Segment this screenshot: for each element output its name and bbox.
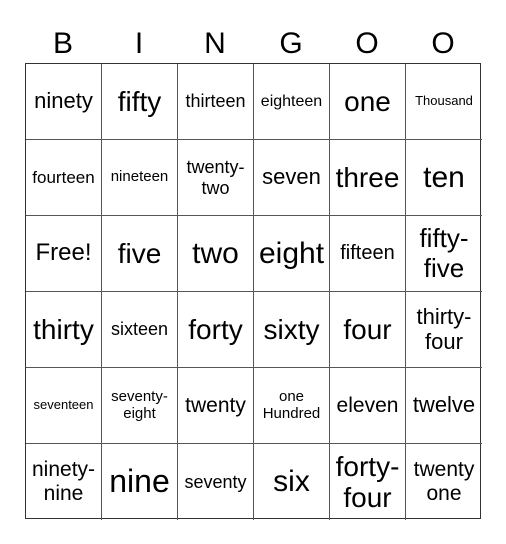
bingo-cell: forty-four [330, 444, 406, 520]
bingo-cell: sixteen [102, 292, 178, 368]
bingo-cell: Free! [26, 216, 102, 292]
bingo-cell: one [330, 64, 406, 140]
bingo-cell: eight [254, 216, 330, 292]
bingo-cell: fifty [102, 64, 178, 140]
bingo-cell: three [330, 140, 406, 216]
header-letter: B [52, 27, 73, 60]
bingo-cell: thirty [26, 292, 102, 368]
header-letter: I [134, 27, 144, 60]
bingo-cell: four [330, 292, 406, 368]
bingo-cell: seven [254, 140, 330, 216]
bingo-cell: twelve [406, 368, 482, 444]
bingo-cell: two [178, 216, 254, 292]
bingo-header: B I N G O O [25, 24, 481, 64]
header-letter: O [355, 27, 379, 60]
bingo-cell: fifteen [330, 216, 406, 292]
bingo-cell: sixty [254, 292, 330, 368]
bingo-cell: fourteen [26, 140, 102, 216]
header-letter: O [431, 27, 455, 60]
header-letter: N [204, 27, 226, 60]
bingo-cell: ten [406, 140, 482, 216]
bingo-cell: eighteen [254, 64, 330, 140]
bingo-cell: ninety-nine [26, 444, 102, 520]
bingo-cell: five [102, 216, 178, 292]
bingo-grid: ninety fifty thirteen eighteen one Thousand fo… [25, 63, 482, 520]
bingo-cell: one Hundred [254, 368, 330, 444]
bingo-cell: seventy-eight [102, 368, 178, 444]
bingo-cell: seventeen [26, 368, 102, 444]
bingo-cell: ninety [26, 64, 102, 140]
bingo-cell: eleven [330, 368, 406, 444]
bingo-cell: forty [178, 292, 254, 368]
bingo-cell: twenty-two [178, 140, 254, 216]
header-letter: G [279, 27, 303, 60]
bingo-cell: seventy [178, 444, 254, 520]
bingo-cell: fifty-five [406, 216, 482, 292]
bingo-cell: thirty-four [406, 292, 482, 368]
bingo-cell: nineteen [102, 140, 178, 216]
bingo-cell: nine [102, 444, 178, 520]
bingo-cell: twenty one [413, 458, 475, 505]
bingo-cell: thirteen [178, 64, 254, 140]
bingo-cell: twenty [178, 368, 254, 444]
bingo-cell: six [254, 444, 330, 520]
bingo-cell: Thousand [406, 64, 482, 140]
